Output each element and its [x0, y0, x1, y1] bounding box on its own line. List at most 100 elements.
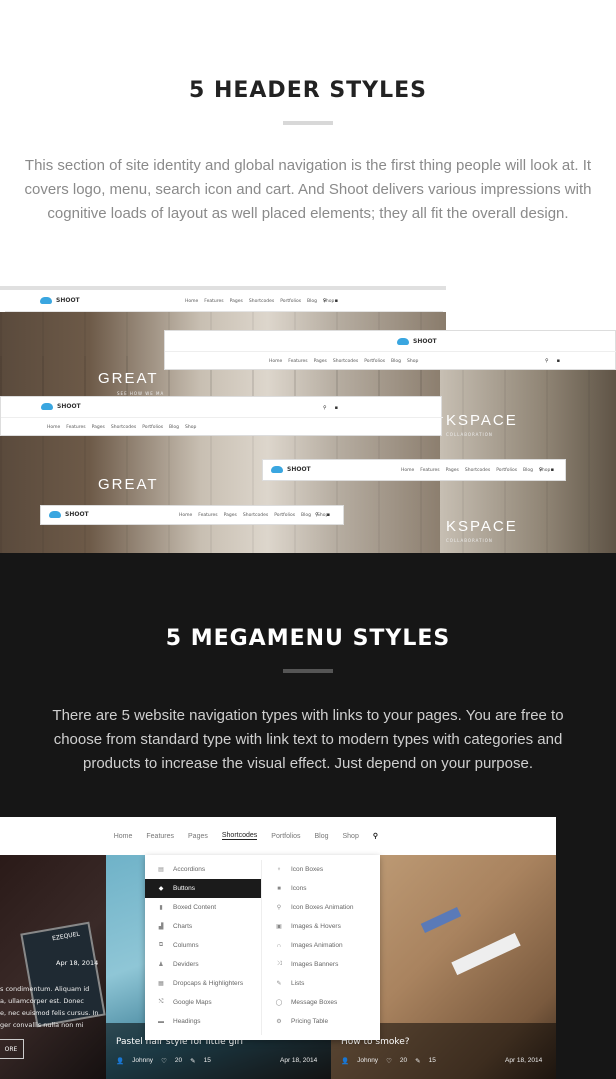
search-icon[interactable]: ⚲ — [539, 467, 543, 473]
nav-item-features[interactable]: Features — [146, 833, 174, 840]
menu-item-message-boxes[interactable]: ◯ Message Boxes — [263, 993, 380, 1012]
menu-item-google-maps[interactable]: ⤭ Google Maps — [145, 993, 261, 1012]
title-divider — [283, 669, 333, 673]
post-date: Apr 18, 2014 — [280, 1057, 318, 1064]
nav-item-pages[interactable]: Pages — [446, 468, 459, 473]
nav-item-portfolios[interactable]: Portfolios — [274, 513, 295, 518]
logo[interactable]: SHOOT — [41, 403, 81, 410]
nav-item-shop[interactable]: Shop — [407, 359, 418, 364]
menu-item-images-banners[interactable]: ⤨ Images Banners — [263, 955, 380, 974]
cart-icon[interactable]: ▪ — [551, 467, 554, 473]
nav-item-home[interactable]: Home — [269, 359, 282, 364]
search-icon[interactable]: ⚲ — [323, 405, 327, 411]
header-style-4: SHOOT Home Features Pages Shortcodes Por… — [262, 459, 566, 481]
pencil-icon: ✎ — [276, 981, 282, 987]
logo[interactable]: SHOOT — [40, 297, 80, 304]
nav-item-portfolios[interactable]: Portfolios — [271, 833, 300, 840]
menu-item-accordions[interactable]: ▤ Accordions — [145, 860, 261, 879]
nav-item-shortcodes[interactable]: Shortcodes — [249, 299, 274, 304]
menu-item-images-animation[interactable]: ∩ Images Animation — [263, 936, 380, 955]
logo[interactable]: SHOOT — [397, 338, 437, 345]
cart-icon[interactable]: ▪ — [335, 298, 338, 304]
megamenu-dropdown: ▤ Accordions ◆ Buttons ▮ Boxed Content ▟ Cha… — [145, 855, 380, 1040]
nav-item-home[interactable]: Home — [185, 299, 198, 304]
cart-icon[interactable]: ▪ — [557, 358, 560, 364]
logo[interactable]: SHOOT — [49, 511, 89, 518]
nav-item-shop[interactable]: Shop — [185, 425, 196, 430]
search-icon[interactable]: ⚲ — [373, 832, 378, 840]
nav-item-blog[interactable]: Blog — [169, 425, 179, 430]
menu-item-icon-boxes[interactable]: ♆ Icon Boxes — [263, 860, 380, 879]
menu-item-lists[interactable]: ✎ Lists — [263, 974, 380, 993]
menu-item-images-hovers[interactable]: ▣ Images & Hovers — [263, 917, 380, 936]
nav-item-features[interactable]: Features — [198, 513, 217, 518]
header-collage: SHOOT Home Features Pages Shortcodes Por… — [0, 286, 616, 553]
box-icon: ▮ — [159, 905, 163, 911]
heart-icon[interactable]: ♡ — [386, 1057, 392, 1065]
comment-icon[interactable]: ✎ — [190, 1057, 195, 1065]
heading-icon: ▬ — [158, 1018, 164, 1025]
search-icon[interactable]: ⚲ — [545, 358, 549, 364]
menu-item-columns[interactable]: ⧉ Columns — [145, 936, 261, 955]
cart-icon[interactable]: ▪ — [327, 512, 330, 518]
nav-item-blog[interactable]: Blog — [391, 359, 401, 364]
nav-item-pages[interactable]: Pages — [314, 359, 327, 364]
nav-item-features[interactable]: Features — [204, 299, 223, 304]
nav-item-features[interactable]: Features — [420, 468, 439, 473]
post-card[interactable]: EZEQUEL Apr 18, 2014 s condimentum. Aliq… — [0, 855, 106, 1079]
nav-item-portfolios[interactable]: Portfolios — [496, 468, 517, 473]
nav-item-pages[interactable]: Pages — [188, 833, 208, 840]
menu-item-dropcaps[interactable]: ▦ Dropcaps & Highlighters — [145, 974, 261, 993]
nav-item-blog[interactable]: Blog — [314, 833, 328, 840]
accordion-icon: ▤ — [158, 867, 164, 873]
nav-item-shortcodes[interactable]: Shortcodes — [111, 425, 136, 430]
post-meta: 👤 Johnny ♡ 20 ✎ 15 — [116, 1057, 211, 1065]
search-icon[interactable]: ⚲ — [323, 298, 327, 304]
menu-item-buttons[interactable]: ◆ Buttons — [145, 879, 261, 898]
shuffle-icon: ⤨ — [276, 961, 282, 967]
main-nav: Home Features Pages Shortcodes Portfolio… — [179, 513, 328, 518]
header-style-1: SHOOT Home Features Pages Shortcodes Por… — [5, 290, 443, 312]
comment-icon[interactable]: ✎ — [415, 1057, 420, 1065]
nav-item-shortcodes[interactable]: Shortcodes — [243, 513, 268, 518]
menu-item-icon-boxes-animation[interactable]: ⚲ Icon Boxes Animation — [263, 898, 380, 917]
nav-item-home[interactable]: Home — [179, 513, 192, 518]
nav-item-blog[interactable]: Blog — [523, 468, 533, 473]
dropcap-icon: ▦ — [158, 981, 164, 987]
nav-item-home[interactable]: Home — [47, 425, 60, 430]
nav-item-shortcodes[interactable]: Shortcodes — [221, 832, 258, 840]
read-more-button[interactable]: ORE — [0, 1039, 24, 1059]
nav-item-blog[interactable]: Blog — [307, 299, 317, 304]
heart-icon[interactable]: ♡ — [161, 1057, 167, 1065]
nav-item-portfolios[interactable]: Portfolios — [364, 359, 385, 364]
menu-item-pricing-table[interactable]: ⚙ Pricing Table — [263, 1012, 380, 1031]
nav-item-pages[interactable]: Pages — [230, 299, 243, 304]
nav-item-home[interactable]: Home — [114, 833, 133, 840]
nav-item-features[interactable]: Features — [66, 425, 85, 430]
nav-item-pages[interactable]: Pages — [92, 425, 105, 430]
header-style-5: SHOOT Home Features Pages Shortcodes Por… — [40, 505, 344, 525]
main-nav: Home Features Pages Shortcodes Portfolio… — [401, 468, 550, 473]
nav-item-features[interactable]: Features — [288, 359, 307, 364]
nav-item-shortcodes[interactable]: Shortcodes — [333, 359, 358, 364]
magnet-icon: ∩ — [276, 942, 282, 949]
nav-item-shop[interactable]: Shop — [343, 833, 359, 840]
menu-item-boxed-content[interactable]: ▮ Boxed Content — [145, 898, 261, 917]
cart-icon[interactable]: ▪ — [335, 405, 338, 411]
nav-item-blog[interactable]: Blog — [301, 513, 311, 518]
nav-item-pages[interactable]: Pages — [224, 513, 237, 518]
logo[interactable]: SHOOT — [271, 466, 311, 473]
search-icon[interactable]: ⚲ — [315, 512, 319, 518]
menu-item-icons[interactable]: ■ Icons — [263, 879, 380, 898]
menu-item-charts[interactable]: ▟ Charts — [145, 917, 261, 936]
author-icon: 👤 — [341, 1058, 350, 1065]
menu-item-deviders[interactable]: ♟ Deviders — [145, 955, 261, 974]
nav-item-home[interactable]: Home — [401, 468, 414, 473]
nav-item-portfolios[interactable]: Portfolios — [280, 299, 301, 304]
menu-item-headings[interactable]: ▬ Headings — [145, 1012, 261, 1031]
hero-title: KSPACE — [446, 518, 518, 535]
post-date: Apr 18, 2014 — [505, 1057, 543, 1064]
nav-item-portfolios[interactable]: Portfolios — [142, 425, 163, 430]
nav-item-shortcodes[interactable]: Shortcodes — [465, 468, 490, 473]
cloud-icon — [49, 511, 61, 518]
